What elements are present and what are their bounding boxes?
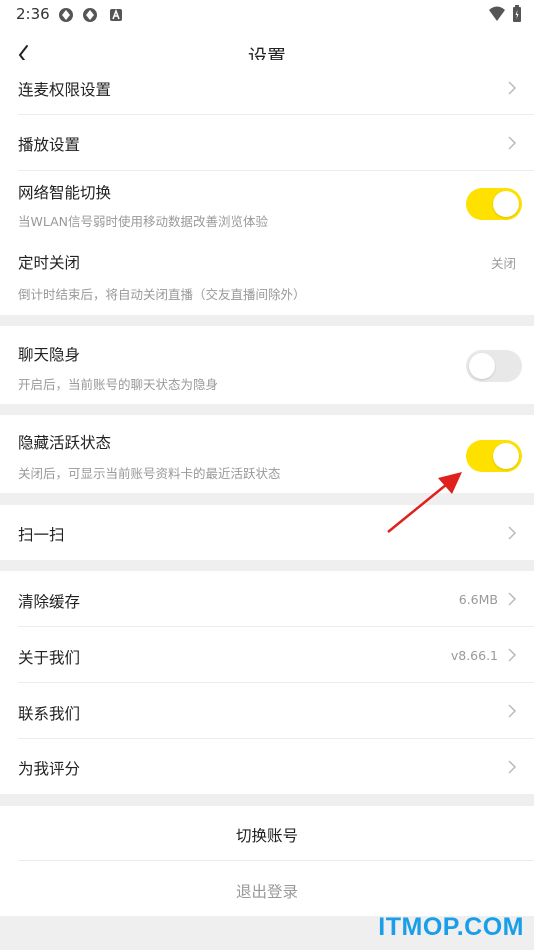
playback-settings-row[interactable]: 播放设置 [0, 115, 534, 170]
chevron-right-icon [508, 704, 517, 718]
row-subtitle: 倒计时结束后，将自动关闭直播（交友直播间除外） [18, 287, 306, 302]
row-label: 清除缓存 [18, 593, 81, 611]
row-label: 连麦权限设置 [18, 81, 112, 99]
row-subtitle: 开启后，当前账号的聊天状态为隐身 [18, 377, 219, 392]
chevron-right-icon [508, 648, 517, 662]
smart-switch-toggle[interactable] [466, 188, 522, 220]
red-arrow-annotation [387, 472, 462, 533]
row-subtitle: 关闭后，可显示当前账号资料卡的最近活跃状态 [18, 466, 281, 481]
chat-invisible-row: 聊天隐身 开启后，当前账号的聊天状态为隐身 [0, 326, 534, 404]
vpn-icon [83, 8, 97, 22]
chevron-right-icon [508, 526, 517, 540]
status-time: 2:36 [16, 5, 50, 23]
divider [18, 860, 534, 861]
row-label: 为我评分 [18, 760, 81, 778]
contact-row[interactable]: 联系我们 [0, 683, 534, 738]
clear-cache-row[interactable]: 清除缓存 6.6MB [0, 571, 534, 626]
settings-group-general: 连麦权限设置 播放设置 网络智能切换 当WLAN信号弱时使用移动数据改善浏览体验… [0, 60, 534, 315]
row-label: 扫一扫 [18, 526, 65, 544]
timer-off-value: 关闭 [490, 256, 516, 271]
toggle-knob [493, 191, 519, 217]
chevron-right-icon [508, 592, 517, 606]
settings-group-info: 清除缓存 6.6MB 关于我们 v8.66.1 联系我们 为我评分 [0, 571, 534, 794]
cache-size-value: 6.6MB [458, 592, 498, 607]
row-label: 关于我们 [18, 649, 81, 667]
hide-active-toggle[interactable] [466, 440, 522, 472]
watermark: ITMOP.COM [378, 913, 524, 941]
battery-icon [513, 5, 521, 22]
row-subtitle: 当WLAN信号弱时使用移动数据改善浏览体验 [18, 214, 269, 229]
app-a-icon [110, 8, 122, 21]
chevron-right-icon [508, 760, 517, 774]
settings-group-chat-invisible: 聊天隐身 开启后，当前账号的聊天状态为隐身 [0, 326, 534, 404]
row-label: 定时关闭 [18, 254, 81, 272]
toggle-knob [493, 443, 519, 469]
chevron-right-icon [508, 81, 517, 95]
logout-button[interactable]: 退出登录 [0, 880, 534, 902]
about-row[interactable]: 关于我们 v8.66.1 [0, 627, 534, 682]
rate-row[interactable]: 为我评分 [0, 739, 534, 794]
row-label: 网络智能切换 [18, 184, 112, 202]
toggle-knob [469, 353, 495, 379]
row-label: 隐藏活跃状态 [18, 434, 112, 452]
version-value: v8.66.1 [450, 648, 498, 663]
switch-account-button[interactable]: 切换账号 [0, 824, 534, 846]
row-label: 联系我们 [18, 705, 81, 723]
row-label: 播放设置 [18, 136, 81, 154]
status-bar: 2:36 [0, 0, 534, 30]
wifi-icon [489, 6, 505, 21]
chevron-right-icon [508, 136, 517, 150]
row-label: 聊天隐身 [18, 346, 81, 364]
live-permission-row[interactable]: 连麦权限设置 [0, 60, 534, 114]
smart-switch-row: 网络智能切换 当WLAN信号弱时使用移动数据改善浏览体验 [0, 171, 534, 237]
timer-off-row[interactable]: 定时关闭 关闭 倒计时结束后，将自动关闭直播（交友直播间除外） [0, 237, 534, 315]
vpn-icon [59, 8, 73, 22]
settings-group-account: 切换账号 退出登录 [0, 806, 534, 916]
chat-invisible-toggle[interactable] [466, 350, 522, 382]
